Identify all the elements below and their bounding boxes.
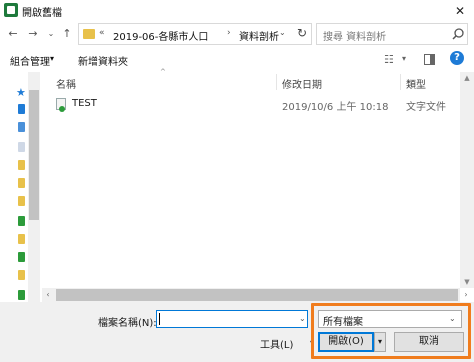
organize-button[interactable]: 組合管理 [10, 53, 50, 68]
folder-icon[interactable] [18, 234, 25, 244]
scroll-down-icon[interactable]: ▼ [460, 276, 474, 288]
vertical-scrollbar[interactable] [460, 72, 474, 288]
breadcrumb-overflow[interactable]: « [99, 28, 105, 38]
organize-dropdown-icon[interactable]: ▾ [50, 54, 54, 63]
scroll-right-icon[interactable]: › [460, 288, 472, 302]
excel-icon [4, 3, 18, 17]
breadcrumb-item[interactable]: 資料剖析 [239, 28, 279, 43]
tools-button[interactable]: 工具(L) [260, 336, 293, 351]
address-bar[interactable]: « 2019-06-各縣市人口 › 資料剖析 ⌄ ↻ [78, 23, 312, 45]
search-placeholder: 搜尋 資料剖析 [323, 32, 387, 43]
file-type: 文字文件 [406, 102, 446, 113]
folder-sync-icon[interactable] [18, 216, 25, 226]
column-header-name[interactable]: 名稱 [56, 76, 76, 91]
close-window-button[interactable]: ✕ [448, 2, 472, 20]
quick-access-star-icon[interactable]: ★ [16, 86, 26, 99]
breadcrumb-item[interactable]: 2019-06-各縣市人口 [113, 28, 208, 43]
folder-sync-icon[interactable] [18, 290, 25, 300]
folder-sync-icon[interactable] [18, 252, 25, 262]
new-folder-button[interactable]: 新增資料夾 [78, 53, 128, 68]
column-divider[interactable] [276, 74, 277, 90]
preview-pane-icon[interactable] [424, 54, 435, 65]
folder-icon[interactable] [18, 270, 25, 280]
text-file-icon [56, 98, 66, 112]
refresh-icon[interactable]: ↻ [297, 26, 307, 40]
column-header-type[interactable]: 類型 [406, 76, 426, 91]
filename-input[interactable]: ⌄ [156, 310, 308, 328]
title-bar [0, 0, 474, 22]
back-button[interactable]: ← [6, 27, 20, 41]
column-divider[interactable] [400, 74, 401, 90]
download-icon[interactable] [18, 122, 25, 132]
horizontal-scrollbar-thumb[interactable] [56, 289, 458, 301]
document-icon[interactable] [18, 142, 25, 152]
filename-dropdown-icon[interactable]: ⌄ [299, 314, 306, 323]
folder-icon[interactable] [18, 178, 25, 188]
desktop-icon[interactable] [18, 104, 25, 114]
scroll-left-icon[interactable]: ‹ [42, 288, 54, 302]
highlight-box [311, 303, 471, 359]
column-header-date[interactable]: 修改日期 [282, 76, 322, 91]
up-folder-button[interactable]: ↑ [60, 27, 74, 41]
folder-icon [83, 29, 95, 39]
folder-icon[interactable] [18, 160, 25, 170]
window-title: 開啟舊檔 [22, 8, 62, 19]
search-icon [452, 28, 464, 40]
scroll-up-icon[interactable]: ▲ [460, 72, 474, 84]
nav-scrollbar-thumb[interactable] [29, 90, 39, 220]
file-name[interactable]: TEST [72, 98, 97, 109]
filename-label: 檔案名稱(N): [98, 318, 157, 329]
view-options-icon[interactable]: ☷ [384, 53, 394, 66]
view-dropdown-icon[interactable]: ▾ [402, 54, 406, 63]
address-dropdown-icon[interactable]: ⌄ [279, 28, 286, 37]
help-icon[interactable]: ? [450, 51, 464, 65]
table-row[interactable] [52, 95, 460, 113]
forward-button[interactable]: → [26, 27, 40, 41]
search-input[interactable]: 搜尋 資料剖析 [316, 23, 468, 45]
folder-icon[interactable] [18, 196, 25, 206]
file-modified: 2019/10/6 上午 10:18 [282, 102, 389, 113]
text-caret [159, 313, 160, 325]
recent-locations-dropdown[interactable]: ⌄ [44, 27, 58, 41]
sort-arrow-icon: ^ [160, 68, 166, 76]
breadcrumb-separator[interactable]: › [227, 28, 231, 38]
